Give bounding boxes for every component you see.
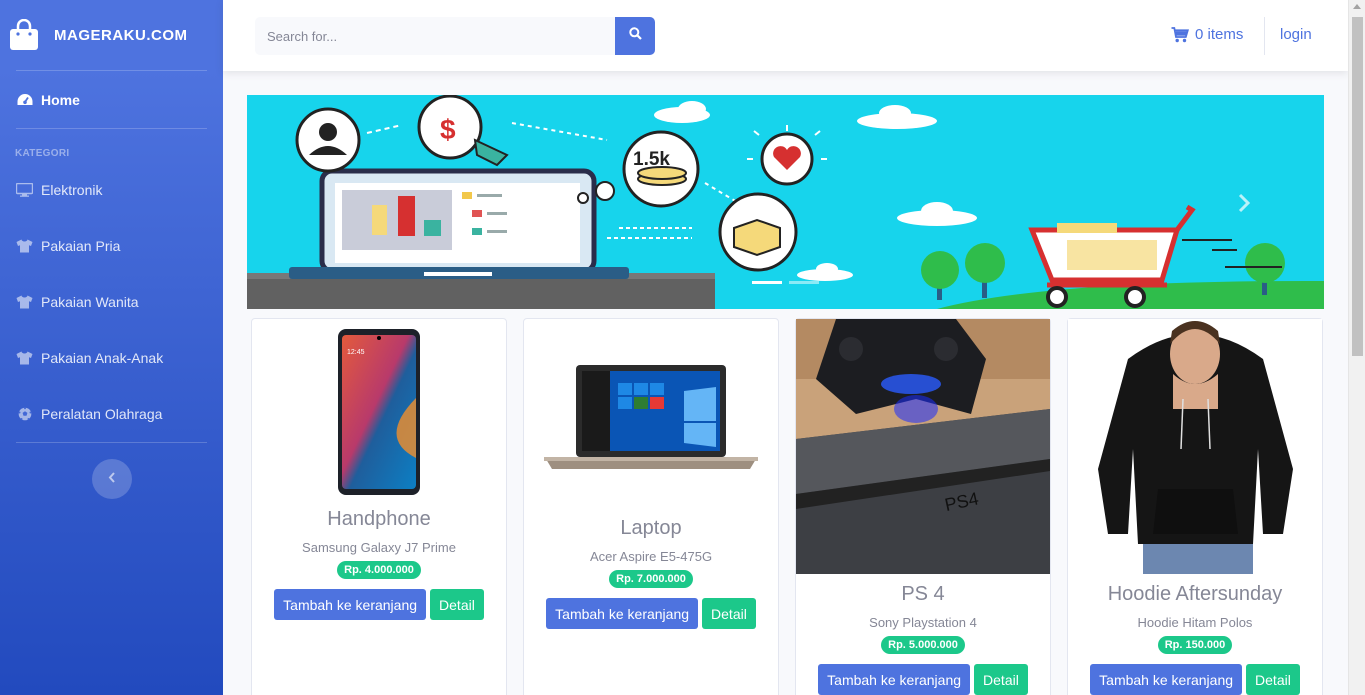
product-title: PS 4 (901, 583, 945, 605)
detail-button[interactable]: Detail (1246, 664, 1300, 695)
desktop-icon (16, 183, 33, 197)
detail-button[interactable]: Detail (430, 589, 484, 620)
sidebar-item-elektronik[interactable]: Elektronik (0, 162, 223, 218)
price-badge: Rp. 5.000.000 (881, 636, 965, 654)
sidebar-item-label: Elektronik (41, 182, 103, 198)
topbar-divider (1264, 17, 1265, 55)
promo-banner-carousel[interactable]: $ 1.5k (247, 95, 1324, 309)
product-image (524, 319, 778, 508)
product-card: Laptop Acer Aspire E5-475G Rp. 7.000.000… (523, 318, 779, 695)
product-image: PS4 (796, 319, 1050, 574)
price-badge: Rp. 7.000.000 (609, 570, 693, 588)
add-to-cart-button[interactable]: Tambah ke keranjang (546, 598, 699, 629)
sidebar: MAGERAKU.COM Home KATEGORI Elektronik Pa… (0, 0, 223, 695)
sidebar-toggle-button[interactable] (91, 459, 132, 499)
tshirt-icon (16, 295, 33, 309)
brand[interactable]: MAGERAKU.COM (0, 0, 223, 70)
carousel-indicators (752, 281, 819, 284)
banner-illustration: $ 1.5k (247, 95, 1324, 309)
product-title: Handphone (327, 508, 431, 530)
cart-button[interactable]: 0 items (1171, 26, 1243, 43)
scrollbar-thumb[interactable] (1352, 17, 1363, 356)
svg-text:12:45: 12:45 (347, 349, 365, 356)
sidebar-item-label: Pakaian Wanita (41, 294, 139, 310)
sidebar-item-label: Home (41, 91, 80, 108)
carousel-indicator[interactable] (789, 281, 819, 284)
product-name: Sony Playstation 4 (869, 615, 977, 630)
product-name: Samsung Galaxy J7 Prime (302, 540, 456, 555)
product-title: Hoodie Aftersunday (1107, 583, 1283, 605)
scroll-up-arrow-icon[interactable] (1353, 4, 1361, 9)
search-button[interactable] (615, 17, 655, 55)
tshirt-icon (16, 351, 33, 365)
cart-count: 0 items (1195, 26, 1244, 43)
carousel-indicator[interactable] (752, 281, 782, 284)
detail-button[interactable]: Detail (702, 598, 756, 629)
sidebar-item-pakaian-anak[interactable]: Pakaian Anak-Anak (0, 330, 223, 386)
topbar: 0 items login (223, 0, 1348, 71)
dashboard-icon (16, 93, 33, 107)
sidebar-item-label: Peralatan Olahraga (41, 406, 163, 422)
chevron-left-icon (108, 470, 116, 488)
sidebar-item-home[interactable]: Home (0, 71, 223, 128)
svg-text:$: $ (440, 114, 456, 145)
sidebar-item-peralatan-olahraga[interactable]: Peralatan Olahraga (0, 386, 223, 442)
price-badge: Rp. 4.000.000 (337, 561, 421, 579)
page-scrollbar[interactable] (1348, 0, 1365, 695)
shopping-bag-icon (9, 18, 39, 51)
product-image: 12:45 (252, 319, 506, 499)
search-bar (255, 17, 655, 55)
tshirt-icon (16, 239, 33, 253)
product-title: Laptop (620, 517, 682, 539)
price-badge: Rp. 150.000 (1157, 636, 1233, 654)
shopping-cart-icon (1171, 26, 1189, 43)
sidebar-divider (16, 442, 207, 443)
brand-name: MAGERAKU.COM (54, 26, 188, 44)
sidebar-item-pakaian-pria[interactable]: Pakaian Pria (0, 218, 223, 274)
carousel-next-icon[interactable] (1237, 193, 1251, 218)
search-icon (628, 27, 642, 45)
product-card: Hoodie Aftersunday Hoodie Hitam Polos Rp… (1067, 318, 1323, 695)
product-name: Acer Aspire E5-475G (589, 549, 713, 564)
sidebar-item-pakaian-wanita[interactable]: Pakaian Wanita (0, 274, 223, 330)
detail-button[interactable]: Detail (974, 664, 1028, 695)
add-to-cart-button[interactable]: Tambah ke keranjang (818, 664, 971, 695)
sidebar-item-label: Pakaian Anak-Anak (41, 350, 164, 366)
search-input[interactable] (255, 17, 615, 55)
add-to-cart-button[interactable]: Tambah ke keranjang (274, 589, 427, 620)
login-link[interactable]: login (1280, 26, 1312, 43)
product-image (1068, 319, 1322, 574)
product-card: 12:45 Handphone Samsung Galaxy J7 Prime … (251, 318, 507, 695)
sidebar-item-label: Pakaian Pria (41, 238, 121, 254)
product-name: Hoodie Hitam Polos (1137, 615, 1253, 630)
product-card: PS4 PS 4 Sony Playstation 4 Rp. 5.000.00… (795, 318, 1051, 695)
futbol-icon (16, 407, 33, 421)
sidebar-heading: KATEGORI (15, 148, 70, 159)
add-to-cart-button[interactable]: Tambah ke keranjang (1090, 664, 1243, 695)
